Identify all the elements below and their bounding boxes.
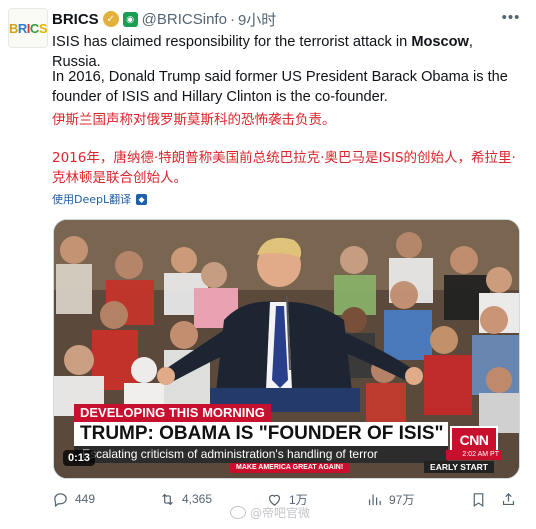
news-subline: Escalating criticism of administration's… (74, 446, 448, 463)
share-icon (502, 492, 515, 505)
retweet-count: 4,365 (182, 492, 213, 506)
reply-count: 449 (75, 492, 96, 506)
tweet-header: BRICS ✓ ◉ @BRICSinfo · 9小时 (52, 9, 276, 29)
views-button[interactable]: 97万 (366, 489, 414, 509)
reply-icon (54, 492, 67, 507)
location-bold: Moscow (411, 34, 469, 50)
weibo-logo-icon (230, 506, 246, 519)
verified-badge-icon[interactable]: ✓ (102, 11, 119, 27)
separator-dot: · (229, 10, 235, 28)
avatar[interactable]: BRICS (8, 8, 48, 48)
more-options-icon[interactable]: ••• (500, 6, 522, 28)
tweet-text-line-1: ISIS has claimed responsibility for the … (52, 34, 473, 70)
news-headline: TRUMP: OBAMA IS "FOUNDER OF ISIS" (74, 422, 448, 446)
video-duration: 0:13 (63, 450, 96, 466)
slogan-strip: MAKE AMERICA GREAT AGAIN! (230, 463, 350, 473)
reply-button[interactable]: 449 (52, 489, 95, 509)
translate-link[interactable]: 使用DeepL翻译 ◆ (52, 191, 148, 207)
retweet-button[interactable]: 4,365 (159, 489, 212, 509)
developing-banner: DEVELOPING THIS MORNING (74, 404, 271, 422)
watermark-text: @帝吧官微 (250, 506, 311, 520)
bookmark-icon (473, 492, 484, 507)
video-player[interactable]: DEVELOPING THIS MORNING TRUMP: OBAMA IS … (53, 219, 520, 479)
views-chart-icon (368, 494, 381, 505)
translate-link-label[interactable]: 使用DeepL翻译 (52, 191, 131, 207)
tweet-card[interactable]: BRICS BRICS ✓ ◉ @BRICSinfo · 9小时 ••• ISI… (0, 0, 536, 529)
translation-paragraph-2: 2016年，唐纳德·特朗普称美国前总统巴拉克·奥巴马是ISIS的创始人，希拉里·… (52, 150, 516, 186)
handle[interactable]: @BRICSinfo (142, 11, 227, 28)
segment-label: EARLY START (424, 461, 494, 473)
translation-line-1: 伊斯兰国声称对俄罗斯莫斯科的恐怖袭击负责。 (52, 112, 336, 128)
avatar-logo: BRICS (9, 20, 47, 36)
timestamp[interactable]: 9小时 (238, 9, 276, 30)
display-name[interactable]: BRICS (52, 11, 99, 28)
bookmark-button[interactable] (470, 489, 493, 509)
retweet-icon (162, 493, 173, 505)
broadcast-clock: 2:02 AM PT (446, 450, 502, 460)
share-button[interactable] (500, 489, 523, 509)
views-count: 97万 (389, 492, 415, 507)
affiliation-badge-icon[interactable]: ◉ (122, 11, 138, 27)
tweet-text-paragraph-2: In 2016, Donald Trump said former US Pre… (52, 69, 508, 105)
deepl-icon: ◆ (136, 193, 148, 205)
watermark: @帝吧官微 (230, 504, 310, 521)
